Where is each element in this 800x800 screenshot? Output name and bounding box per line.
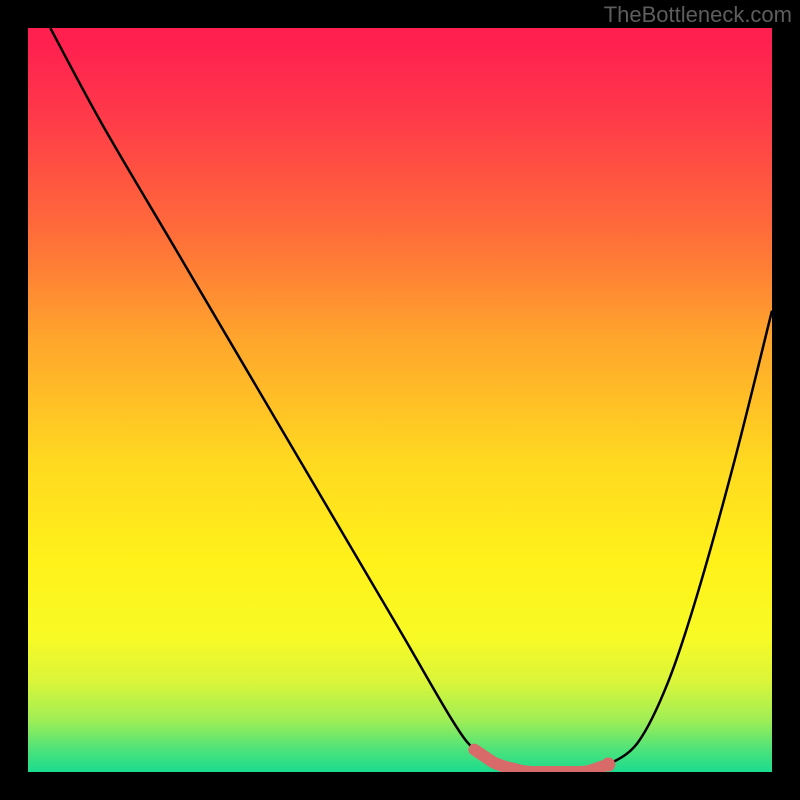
watermark-text: TheBottleneck.com [604,2,792,28]
optimal-range-highlight [474,750,608,772]
plot-area [28,28,772,772]
optimal-point-dot [601,758,615,772]
chart-svg [28,28,772,772]
bottleneck-curve [50,28,772,772]
